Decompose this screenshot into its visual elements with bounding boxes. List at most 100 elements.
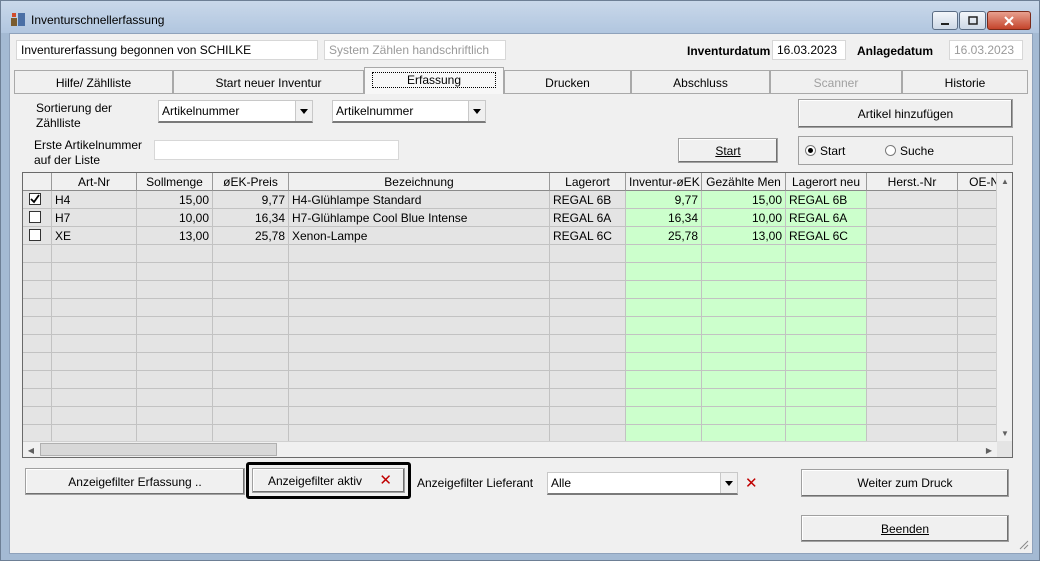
beenden-button[interactable]: Beenden [801,515,1009,542]
chevron-down-icon[interactable] [720,473,737,493]
table-row[interactable] [23,299,997,317]
table-row[interactable]: H4 15,00 9,77 H4-Glühlampe Standard REGAL 6B… [23,191,997,209]
tab-drucken[interactable]: Drucken [504,70,631,94]
cell-inventur-ek[interactable] [626,371,702,389]
checkbox[interactable] [29,211,41,223]
table-row[interactable]: XE 13,00 25,78 Xenon-Lampe REGAL 6C 25,78 13,0… [23,227,997,245]
cell-inventur-ek[interactable] [626,425,702,441]
close-button[interactable] [987,11,1031,30]
tab-start-neuer-inventur[interactable]: Start neuer Inventur [173,70,364,94]
cell-gezaehlte-menge[interactable]: 13,00 [702,227,786,245]
first-article-input[interactable] [154,140,399,160]
cell-lagerort-neu[interactable] [786,425,867,441]
filter-aktiv-button[interactable]: Anzeigefilter aktiv ✕ [252,468,405,493]
column-header-lagerort-neu[interactable]: Lagerort neu [786,173,867,191]
cell-lagerort-neu[interactable] [786,371,867,389]
title-bar[interactable]: Inventurschnellerfassung [1,1,1039,33]
column-header-sollmenge[interactable]: Sollmenge [137,173,213,191]
chevron-down-icon[interactable] [295,101,312,121]
cell-select[interactable] [23,227,52,245]
radio-start[interactable] [805,145,816,156]
column-header-gezaehlte-menge[interactable]: Gezählte Men [702,173,786,191]
cell-lagerort-neu[interactable] [786,353,867,371]
sort-combo-2[interactable]: Artikelnummer [332,100,486,123]
filter-erfassung-button[interactable]: Anzeigefilter Erfassung .. [25,468,245,495]
cell-inventur-ek[interactable] [626,317,702,335]
cell-lagerort-neu[interactable] [786,299,867,317]
cell-gezaehlte-menge[interactable]: 10,00 [702,209,786,227]
cell-lagerort-neu[interactable] [786,317,867,335]
cell-lagerort-neu[interactable] [786,245,867,263]
maximize-button[interactable] [959,11,986,30]
cell-gezaehlte-menge[interactable] [702,299,786,317]
table-row[interactable] [23,335,997,353]
clear-filter-icon[interactable]: ✕ [379,471,392,489]
inventurdatum-field[interactable]: 16.03.2023 [772,40,846,60]
table-row[interactable] [23,389,997,407]
cell-inventur-ek[interactable] [626,407,702,425]
cell-inventur-ek[interactable]: 9,77 [626,191,702,209]
cell-gezaehlte-menge[interactable] [702,245,786,263]
cell-inventur-ek[interactable] [626,245,702,263]
table-row[interactable] [23,353,997,371]
cell-lagerort-neu[interactable]: REGAL 6A [786,209,867,227]
minimize-button[interactable] [932,11,958,30]
inventory-grid[interactable]: Art-Nr Sollmenge øEK-Preis Bezeichnung Lager… [22,172,1013,458]
cell-lagerort-neu[interactable]: REGAL 6C [786,227,867,245]
checkbox[interactable] [29,229,41,241]
scroll-right-icon[interactable]: ▶ [981,442,997,457]
cell-gezaehlte-menge[interactable] [702,317,786,335]
tab-hilfe-zaehlliste[interactable]: Hilfe/ Zählliste [14,70,173,94]
column-header-herst-nr[interactable]: Herst.-Nr [867,173,958,191]
cell-inventur-ek[interactable]: 16,34 [626,209,702,227]
cell-gezaehlte-menge[interactable] [702,263,786,281]
tab-abschluss[interactable]: Abschluss [631,70,770,94]
cell-gezaehlte-menge[interactable] [702,407,786,425]
sort-combo-1[interactable]: Artikelnummer [158,100,313,123]
cell-lagerort-neu[interactable] [786,389,867,407]
cell-lagerort-neu[interactable] [786,407,867,425]
cell-select[interactable] [23,209,52,227]
cell-gezaehlte-menge[interactable] [702,425,786,441]
cell-gezaehlte-menge[interactable] [702,389,786,407]
table-row[interactable] [23,245,997,263]
cell-inventur-ek[interactable]: 25,78 [626,227,702,245]
cell-lagerort-neu[interactable] [786,263,867,281]
checkbox-checked[interactable] [29,193,41,205]
table-row[interactable] [23,371,997,389]
table-row[interactable] [23,263,997,281]
cell-inventur-ek[interactable] [626,389,702,407]
vertical-scrollbar[interactable]: ▲ ▼ [996,173,1012,441]
column-header-select[interactable] [23,173,52,191]
add-article-button[interactable]: Artikel hinzufügen [798,99,1013,128]
scroll-left-icon[interactable]: ◀ [23,442,39,457]
cell-inventur-ek[interactable] [626,281,702,299]
scroll-down-icon[interactable]: ▼ [997,425,1012,441]
cell-inventur-ek[interactable] [626,299,702,317]
cell-inventur-ek[interactable] [626,263,702,281]
column-header-bezeichnung[interactable]: Bezeichnung [289,173,550,191]
table-row[interactable] [23,317,997,335]
horizontal-scrollbar[interactable]: ◀ ▶ [23,441,997,457]
cell-select[interactable] [23,191,52,209]
cell-gezaehlte-menge[interactable] [702,371,786,389]
column-header-ek-preis[interactable]: øEK-Preis [213,173,289,191]
cell-lagerort-neu[interactable] [786,335,867,353]
column-header-inventur-ek[interactable]: Inventur-øEK [626,173,702,191]
start-button[interactable]: Start [678,138,778,163]
cell-lagerort-neu[interactable] [786,281,867,299]
cell-lagerort-neu[interactable]: REGAL 6B [786,191,867,209]
scroll-up-icon[interactable]: ▲ [997,173,1012,189]
column-header-oe-nr[interactable]: OE-Nu [958,173,997,191]
table-row[interactable] [23,425,997,441]
cell-gezaehlte-menge[interactable] [702,335,786,353]
table-row[interactable] [23,407,997,425]
resize-grip-icon[interactable] [1017,538,1029,550]
column-header-lagerort[interactable]: Lagerort [550,173,626,191]
column-header-art-nr[interactable]: Art-Nr [52,173,137,191]
cell-inventur-ek[interactable] [626,335,702,353]
cell-gezaehlte-menge[interactable] [702,281,786,299]
filter-lieferant-combo[interactable]: Alle [547,472,738,495]
chevron-down-icon[interactable] [468,101,485,121]
table-row[interactable]: H7 10,00 16,34 H7-Glühlampe Cool Blue Inten… [23,209,997,227]
